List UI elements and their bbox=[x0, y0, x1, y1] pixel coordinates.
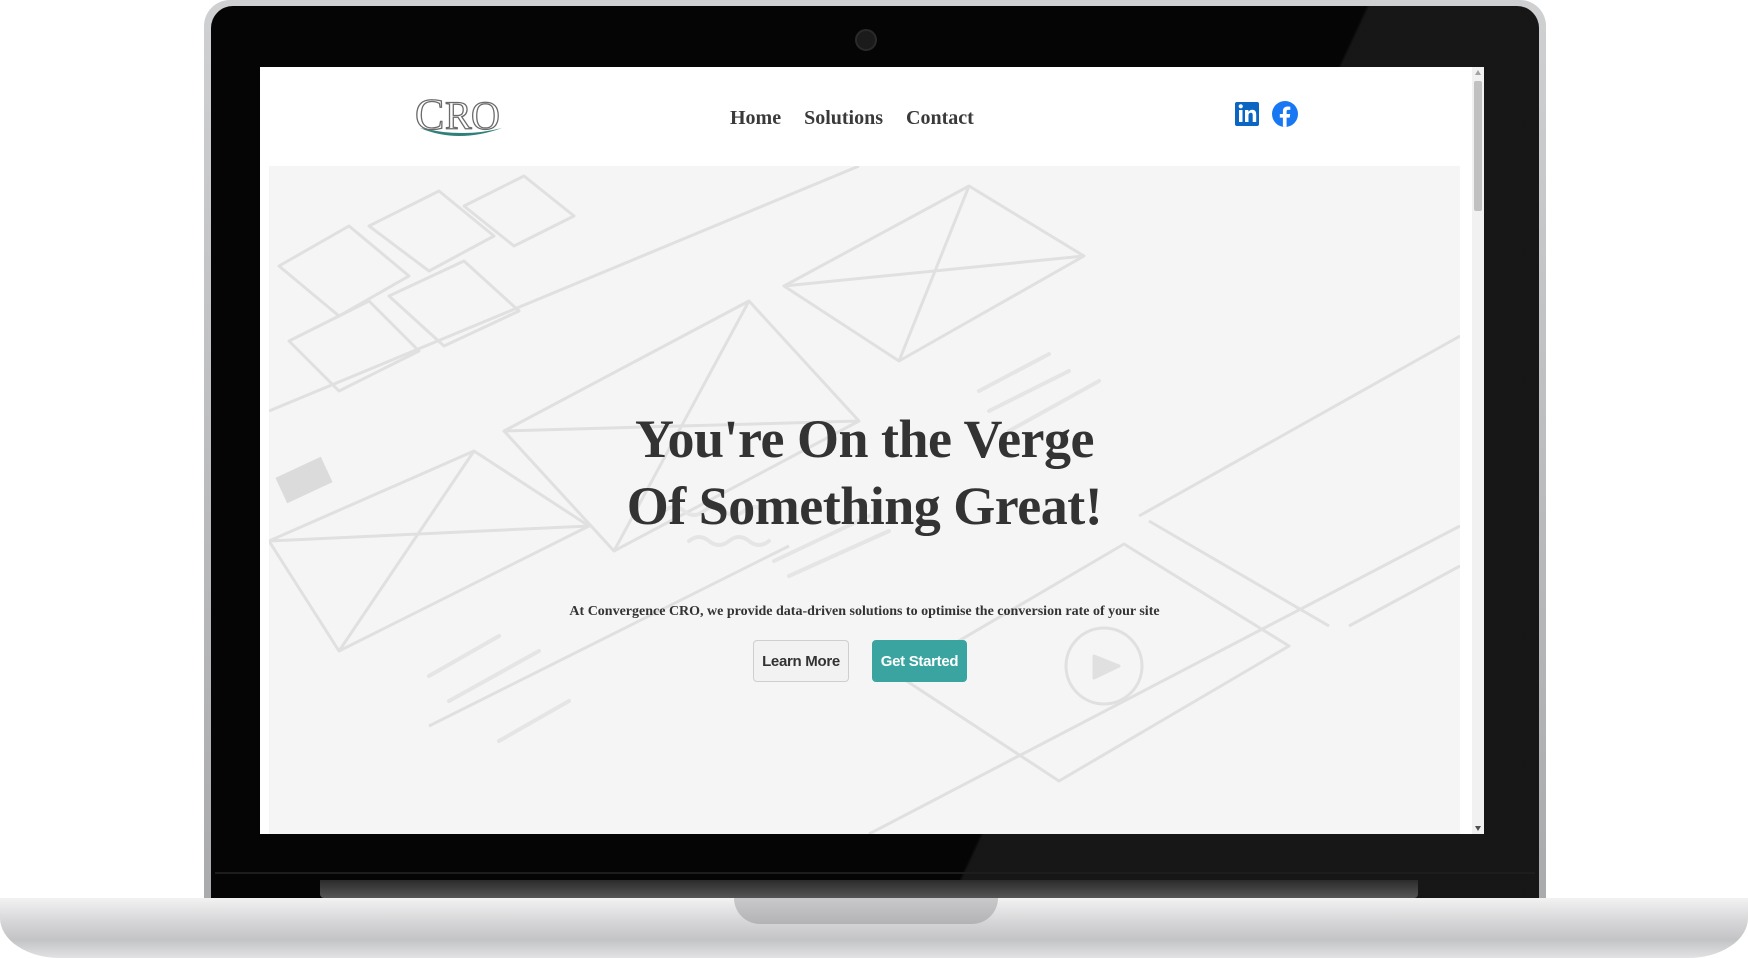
hero-headline-line-2: Of Something Great! bbox=[626, 476, 1103, 536]
linkedin-link[interactable] bbox=[1234, 98, 1260, 130]
main-nav: Home Solutions Contact bbox=[730, 103, 974, 133]
cro-logo-mark: C R O bbox=[414, 89, 502, 140]
svg-text:R: R bbox=[445, 93, 472, 138]
svg-text:C: C bbox=[415, 92, 444, 139]
webcam bbox=[855, 29, 877, 51]
scroll-up-icon[interactable] bbox=[1475, 70, 1481, 75]
nav-link-contact[interactable]: Contact bbox=[906, 103, 974, 133]
learn-more-button[interactable]: Learn More bbox=[753, 640, 849, 682]
social-links bbox=[1234, 98, 1298, 130]
hero-subtitle: At Convergence CRO, we provide data-driv… bbox=[569, 604, 1160, 619]
nav-link-solutions[interactable]: Solutions bbox=[804, 103, 883, 133]
hero-headline-line-1: You're On the Verge bbox=[635, 409, 1095, 469]
site-header: C R O Home Solutions Contact bbox=[260, 67, 1472, 166]
get-started-button[interactable]: Get Started bbox=[872, 640, 967, 682]
facebook-link[interactable] bbox=[1272, 98, 1298, 130]
nav-link-home[interactable]: Home bbox=[730, 103, 781, 133]
hero-headline: You're On the Verge Of Something Great! bbox=[269, 406, 1460, 540]
bezel-edge bbox=[215, 872, 1535, 874]
site-logo[interactable]: C R O bbox=[414, 89, 510, 144]
hero-actions: Learn More Get Started bbox=[753, 640, 967, 682]
linkedin-icon bbox=[1235, 102, 1259, 126]
svg-text:O: O bbox=[471, 93, 500, 138]
laptop-notch bbox=[734, 898, 998, 924]
scrollbar-thumb[interactable] bbox=[1474, 81, 1482, 211]
laptop-hinge bbox=[320, 880, 1418, 898]
page-scrollbar[interactable] bbox=[1472, 67, 1484, 834]
scroll-down-icon[interactable] bbox=[1475, 826, 1481, 831]
browser-viewport: C R O Home Solutions Contact You're On t… bbox=[260, 67, 1484, 834]
laptop-mockup: C R O Home Solutions Contact You're On t… bbox=[0, 0, 1748, 958]
hero-section: You're On the Verge Of Something Great! … bbox=[269, 166, 1460, 834]
facebook-icon bbox=[1272, 101, 1298, 127]
